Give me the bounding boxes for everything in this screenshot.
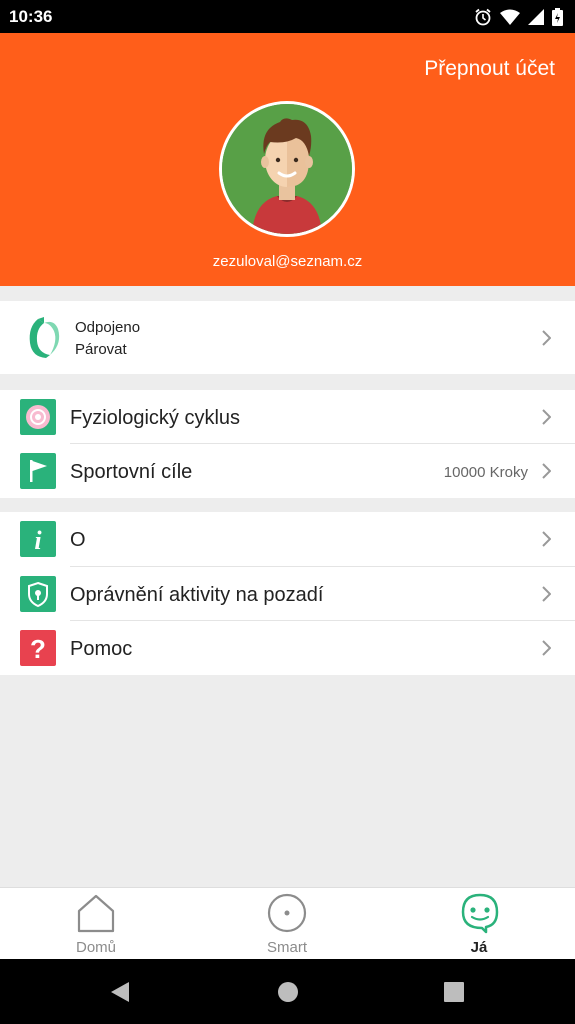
device-status: Odpojeno — [75, 319, 141, 336]
bottom-nav: Domů Smart Já — [0, 887, 575, 959]
battery-icon — [552, 8, 563, 26]
nav-label: Já — [470, 939, 488, 956]
wifi-icon — [500, 9, 520, 25]
cycle-icon — [20, 399, 56, 435]
status-time: 10:36 — [9, 7, 53, 26]
nav-me[interactable]: Já — [383, 888, 575, 960]
home-icon — [77, 894, 115, 933]
svg-text:i: i — [34, 526, 42, 555]
menu-item-cycle[interactable]: Fyziologický cyklus — [0, 390, 575, 444]
menu-label: Fyziologický cyklus — [70, 407, 241, 429]
avatar-image — [222, 104, 352, 234]
shield-icon — [20, 576, 56, 612]
flag-icon — [20, 453, 56, 489]
account-email: zezuloval@seznam.cz — [212, 253, 363, 270]
status-bar: 10:36 — [0, 0, 575, 33]
step-goal-value: 10000 Kroky — [443, 464, 528, 481]
menu-group-info: i O Oprávnění aktivity na pozadí ? Pomoc — [0, 512, 575, 675]
svg-text:?: ? — [30, 634, 46, 664]
device-pair-row[interactable]: Odpojeno Párovat — [0, 301, 575, 374]
back-icon[interactable] — [110, 981, 130, 1003]
menu-item-background-permission[interactable]: Oprávnění aktivity na pozadí — [0, 567, 575, 621]
avatar[interactable] — [219, 101, 355, 237]
menu-item-about[interactable]: i O — [0, 512, 575, 566]
system-nav-bar — [0, 959, 575, 1024]
chevron-right-icon — [542, 330, 551, 346]
info-icon: i — [20, 521, 56, 557]
nav-home[interactable]: Domů — [0, 888, 192, 960]
menu-item-help[interactable]: ? Pomoc — [0, 621, 575, 675]
profile-header: Přepnout účet zezuloval@seznam.cz — [0, 33, 575, 286]
face-icon — [461, 893, 499, 934]
menu-label: Sportovní cíle — [70, 461, 193, 483]
menu-item-sport-goals[interactable]: Sportovní cíle 10000 Kroky — [0, 444, 575, 498]
chevron-right-icon — [542, 409, 551, 425]
menu-label: O — [70, 529, 86, 551]
chevron-right-icon — [542, 586, 551, 602]
chevron-right-icon — [542, 640, 551, 656]
chevron-right-icon — [542, 531, 551, 547]
menu-group-health: Fyziologický cyklus Sportovní cíle 10000… — [0, 390, 575, 498]
smart-circle-icon — [267, 893, 307, 933]
nav-label: Smart — [266, 939, 307, 956]
menu-label: Pomoc — [70, 638, 133, 660]
nav-smart[interactable]: Smart — [191, 888, 383, 960]
home-button-icon[interactable] — [277, 981, 299, 1003]
status-icons — [474, 6, 563, 28]
question-icon: ? — [20, 630, 56, 666]
recents-icon[interactable] — [444, 982, 464, 1002]
signal-icon — [528, 9, 544, 25]
alarm-icon — [475, 8, 491, 26]
nav-label: Domů — [75, 939, 116, 956]
switch-account-button[interactable]: Přepnout účet — [424, 57, 555, 81]
menu-label: Oprávnění aktivity na pozadí — [70, 584, 324, 606]
fitness-band-icon — [29, 317, 60, 358]
chevron-right-icon — [542, 463, 551, 479]
pair-action: Párovat — [75, 341, 127, 358]
